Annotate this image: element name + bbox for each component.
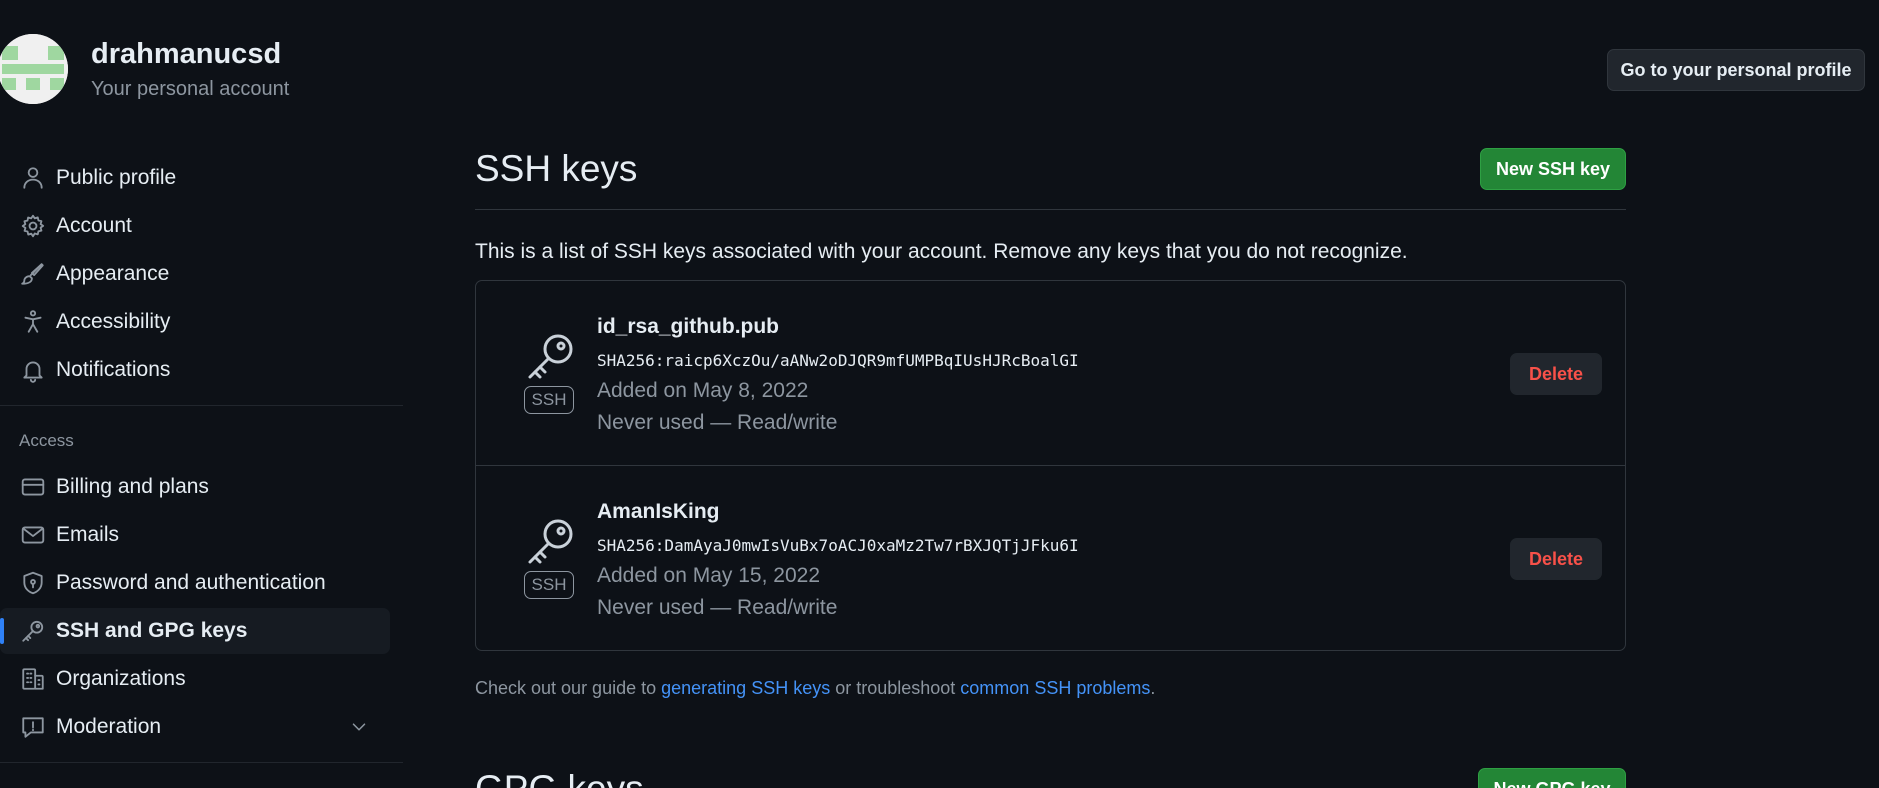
sidebar-divider (0, 405, 403, 406)
sidebar-item-label: Public profile (56, 166, 177, 189)
paintbrush-icon (20, 261, 46, 287)
ssh-guide-text: Check out our guide to generating SSH ke… (475, 678, 1155, 699)
ssh-badge: SSH (524, 386, 574, 414)
delete-ssh-key-button[interactable]: Delete (1510, 538, 1602, 580)
sidebar-item-label: Notifications (56, 358, 171, 381)
new-ssh-key-button[interactable]: New SSH key (1480, 148, 1626, 190)
shield-lock-icon (20, 570, 46, 596)
sidebar-item-organizations[interactable]: Organizations (0, 656, 390, 702)
avatar[interactable] (0, 34, 68, 104)
identicon-icon (0, 34, 68, 104)
sidebar-item-label: Moderation (56, 715, 162, 738)
sidebar-item-moderation[interactable]: Moderation (0, 704, 390, 750)
sidebar-item-label: Password and authentication (56, 571, 326, 594)
ssh-key-fingerprint: SHA256:raicp6XczOu/aANw2oDJQR9mfUMPBqIUs… (597, 351, 1079, 370)
ssh-badge: SSH (524, 571, 574, 599)
sidebar-item-notifications[interactable]: Notifications (0, 347, 390, 393)
sidebar-item-emails[interactable]: Emails (0, 512, 390, 558)
sidebar-item-label: Billing and plans (56, 475, 209, 498)
ssh-key-usage: Never used — Read/write (597, 411, 838, 434)
key-icon (20, 618, 46, 644)
ssh-key-added-date: Added on May 8, 2022 (597, 379, 809, 402)
organization-icon (20, 666, 46, 692)
sidebar-item-billing[interactable]: Billing and plans (0, 464, 390, 510)
ssh-key-item: SSH id_rsa_github.pub SHA256:raicp6XczOu… (476, 281, 1625, 465)
sidebar-item-ssh-gpg-keys[interactable]: SSH and GPG keys (0, 608, 390, 654)
sidebar-item-label: Accessibility (56, 310, 171, 333)
sidebar-item-label: Account (56, 214, 132, 237)
ssh-key-added-date: Added on May 15, 2022 (597, 564, 821, 587)
settings-page: drahmanucsd Your personal account Go to … (0, 0, 1879, 788)
ssh-key-usage: Never used — Read/write (597, 596, 838, 619)
person-icon (20, 165, 46, 191)
sidebar-section-access: Access (19, 431, 74, 450)
ssh-key-item: SSH AmanIsKing SHA256:DamAyaJ0mwIsVuBx7o… (476, 465, 1625, 649)
sidebar-item-label: Organizations (56, 667, 186, 690)
new-gpg-key-button[interactable]: New GPG key (1478, 768, 1626, 788)
guide-suffix: . (1150, 678, 1156, 698)
guide-prefix: Check out our guide to (475, 678, 662, 698)
sidebar-item-account[interactable]: Account (0, 203, 390, 249)
bell-icon (20, 357, 46, 383)
sidebar-item-label: Appearance (56, 262, 170, 285)
ssh-key-list: SSH id_rsa_github.pub SHA256:raicp6XczOu… (475, 280, 1626, 651)
accessibility-icon (20, 309, 46, 335)
sidebar-item-password-authentication[interactable]: Password and authentication (0, 560, 390, 606)
delete-ssh-key-button[interactable]: Delete (1510, 353, 1602, 395)
report-icon (20, 714, 46, 740)
ssh-keys-description: This is a list of SSH keys associated wi… (475, 240, 1408, 263)
sidebar-item-appearance[interactable]: Appearance (0, 251, 390, 297)
key-icon (524, 514, 580, 570)
sidebar-divider (0, 762, 403, 763)
common-ssh-problems-link[interactable]: common SSH problems (960, 678, 1150, 698)
credit-card-icon (20, 474, 46, 500)
gear-icon (20, 213, 46, 239)
chevron-down-icon[interactable] (348, 716, 370, 738)
account-subtitle: Your personal account (91, 78, 290, 100)
mail-icon (20, 522, 46, 548)
ssh-key-title: AmanIsKing (597, 500, 720, 523)
sidebar-item-label: Emails (56, 523, 120, 546)
sidebar-item-label: SSH and GPG keys (56, 619, 248, 642)
ssh-keys-heading: SSH keys (475, 148, 638, 189)
heading-divider (475, 209, 1626, 210)
go-to-profile-button[interactable]: Go to your personal profile (1607, 49, 1865, 91)
gpg-keys-heading: GPG keys (475, 768, 644, 788)
ssh-key-title: id_rsa_github.pub (597, 315, 780, 338)
key-icon (524, 329, 580, 385)
sidebar-item-accessibility[interactable]: Accessibility (0, 299, 390, 345)
account-username: drahmanucsd (91, 38, 282, 70)
guide-middle: or troubleshoot (830, 678, 961, 698)
ssh-key-fingerprint: SHA256:DamAyaJ0mwIsVuBx7oACJ0xaMz2Tw7rBX… (597, 536, 1079, 555)
sidebar-item-public-profile[interactable]: Public profile (0, 155, 390, 201)
generating-ssh-keys-link[interactable]: generating SSH keys (661, 678, 830, 698)
